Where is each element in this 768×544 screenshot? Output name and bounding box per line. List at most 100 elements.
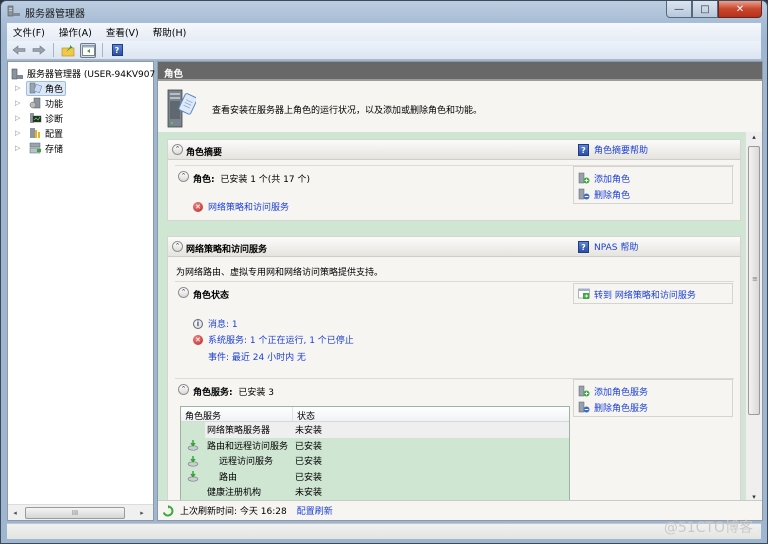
- tree-item-label: 存储: [45, 144, 64, 155]
- refresh-icon[interactable]: [162, 504, 174, 517]
- expand-arrow-icon[interactable]: ▷: [15, 99, 23, 107]
- tree-root-server-manager[interactable]: 服务器管理器 (USER-94KV907: [11, 67, 155, 80]
- messages-row: i 消息: 1: [193, 317, 238, 330]
- menu-help[interactable]: 帮助(H): [153, 25, 187, 39]
- configure-refresh-link[interactable]: 配置刷新: [297, 504, 333, 517]
- table-row[interactable]: 网络策略服务器 未安装: [181, 422, 569, 438]
- minimize-button[interactable]: —: [666, 1, 692, 18]
- tree-item-features[interactable]: ▷ 功能: [15, 96, 66, 110]
- expand-arrow-icon[interactable]: ▷: [15, 129, 23, 137]
- table-row[interactable]: 远程访问服务 已安装: [181, 453, 569, 469]
- help-icon: ?: [111, 44, 123, 56]
- show-hide-console-tree-button[interactable]: [80, 42, 96, 58]
- role-service-status: 未安装: [295, 426, 323, 437]
- tree-item-label: 角色: [45, 84, 64, 95]
- tree-item-label: 诊断: [45, 114, 64, 125]
- title-bar[interactable]: 服务器管理器 — □ ✕: [1, 1, 767, 23]
- help-button[interactable]: ?: [109, 43, 125, 58]
- scroll-left-icon[interactable]: ◂: [8, 509, 22, 517]
- row-status-icon-cell: [181, 438, 205, 454]
- scrollbar-thumb[interactable]: ≡: [748, 146, 760, 415]
- role-service-name: 远程访问服务: [219, 457, 274, 468]
- table-row[interactable]: 路由和远程访问服务 已安装: [181, 437, 569, 454]
- role-services-actions: 添加角色服务 删除角色服务: [573, 379, 733, 417]
- tree-item-label: 功能: [45, 99, 64, 110]
- tree-item-diagnostics[interactable]: ▷ 诊断: [15, 111, 66, 125]
- goto-npas-action[interactable]: 转到 网络策略和访问服务: [574, 286, 732, 302]
- system-services-link[interactable]: 系统服务: 1 个正在运行, 1 个已停止: [208, 333, 354, 346]
- close-button[interactable]: ✕: [718, 1, 762, 18]
- column-header-status[interactable]: 状态: [293, 407, 319, 422]
- toolbar-separator: [53, 43, 54, 57]
- forward-button[interactable]: [31, 43, 47, 58]
- scroll-up-icon[interactable]: ▴: [746, 133, 762, 141]
- last-refresh-time: 上次刷新时间: 今天 16:28: [180, 507, 287, 517]
- collapse-button[interactable]: ⌃: [172, 241, 183, 252]
- minimize-icon: —: [674, 3, 684, 15]
- tree-item-storage[interactable]: ▷ 存储: [15, 141, 66, 155]
- role-services-table: 角色服务 状态 网络策略服务器 未安装 路由和远程访问服务 已安装 远程访问服务 已安装路…: [180, 406, 570, 506]
- server-manager-icon: [11, 68, 23, 79]
- remove-role-service-icon: [578, 401, 590, 413]
- collapse-button[interactable]: ⌃: [178, 287, 189, 298]
- add-roles-action[interactable]: 添加角色: [574, 170, 732, 186]
- installed-icon: [187, 471, 199, 482]
- back-button[interactable]: [11, 43, 27, 58]
- toolbar-separator: [102, 43, 103, 57]
- expand-arrow-icon[interactable]: ▷: [15, 144, 23, 152]
- tree-root-label: 服务器管理器 (USER-94KV907: [27, 70, 156, 80]
- window-status-bar: [7, 523, 761, 539]
- up-folder-button[interactable]: [60, 43, 76, 58]
- info-icon: i: [193, 318, 203, 329]
- installed-icon: [187, 440, 199, 451]
- table-row[interactable]: 路由 已安装: [181, 468, 569, 484]
- collapse-button[interactable]: ⌃: [178, 171, 189, 182]
- roles-summary-help-link[interactable]: ? 角色摘要帮助: [578, 143, 648, 156]
- window-title: 服务器管理器: [25, 9, 85, 20]
- table-row[interactable]: 健康注册机构 未安装: [181, 484, 569, 500]
- tree-item-roles[interactable]: ▷ 角色: [15, 80, 67, 96]
- server-manager-icon: [7, 5, 20, 17]
- scroll-right-icon[interactable]: ▸: [135, 509, 149, 517]
- help-icon: ?: [578, 240, 589, 253]
- row-status-icon-cell: [181, 422, 205, 438]
- help-link-label: 角色摘要帮助: [594, 146, 649, 156]
- collapse-button[interactable]: ⌃: [178, 384, 189, 395]
- console-tree-icon: [81, 44, 95, 56]
- system-services-row: ✕ 系统服务: 1 个正在运行, 1 个已停止: [193, 333, 354, 346]
- section-header: ⌃ 角色摘要 ? 角色摘要帮助: [168, 140, 740, 160]
- role-service-name: 路由: [219, 472, 238, 483]
- menu-file[interactable]: 文件(F): [13, 25, 45, 39]
- error-icon: ✕: [193, 334, 203, 345]
- remove-role-services-action[interactable]: 删除角色服务: [574, 399, 732, 415]
- expand-arrow-icon[interactable]: ▷: [15, 114, 23, 122]
- messages-link[interactable]: 消息: 1: [208, 317, 238, 330]
- console-tree: 服务器管理器 (USER-94KV907 ▷ 角色 ▷ 功能 ▷ 诊断 ▷ 配置…: [7, 61, 155, 521]
- intro-description: 查看安装在服务器上角色的运行状况，以及添加或删除角色和功能。: [212, 106, 483, 116]
- scrollbar-thumb[interactable]: III: [25, 507, 125, 519]
- expand-arrow-icon[interactable]: ▷: [15, 84, 23, 92]
- role-service-name: 健康注册机构: [207, 488, 262, 499]
- tree-horizontal-scrollbar[interactable]: ◂ III ▸: [8, 504, 153, 520]
- table-header: 角色服务 状态: [181, 407, 569, 422]
- events-link[interactable]: 事件: 最近 24 小时内 无: [208, 350, 306, 363]
- tree-item-configuration[interactable]: ▷ 配置: [15, 126, 66, 140]
- menu-view[interactable]: 查看(V): [106, 25, 139, 39]
- installed-role-row: ✕ 网络策略和访问服务: [193, 200, 289, 213]
- npas-role-link[interactable]: 网络策略和访问服务: [208, 200, 289, 213]
- goto-actions: 转到 网络策略和访问服务: [573, 283, 733, 304]
- add-role-service-icon: [578, 385, 590, 397]
- column-header-role-service[interactable]: 角色服务: [181, 407, 293, 422]
- section-title: 网络策略和访问服务: [186, 245, 268, 255]
- collapse-button[interactable]: ⌃: [172, 144, 183, 155]
- menu-action[interactable]: 操作(A): [59, 25, 92, 39]
- diagnostics-icon: [30, 113, 42, 123]
- content-vertical-scrollbar[interactable]: ▴ ≡ ▾: [745, 132, 762, 502]
- action-label: 删除角色: [594, 190, 631, 201]
- npas-help-link[interactable]: ? NPAS 帮助: [578, 240, 638, 253]
- add-role-services-action[interactable]: 添加角色服务: [574, 383, 732, 399]
- section-header: ⌃ 网络策略和访问服务 ? NPAS 帮助: [168, 237, 740, 257]
- remove-roles-action[interactable]: 删除角色: [574, 186, 732, 202]
- maximize-button[interactable]: □: [692, 1, 718, 18]
- installed-icon: [187, 455, 199, 467]
